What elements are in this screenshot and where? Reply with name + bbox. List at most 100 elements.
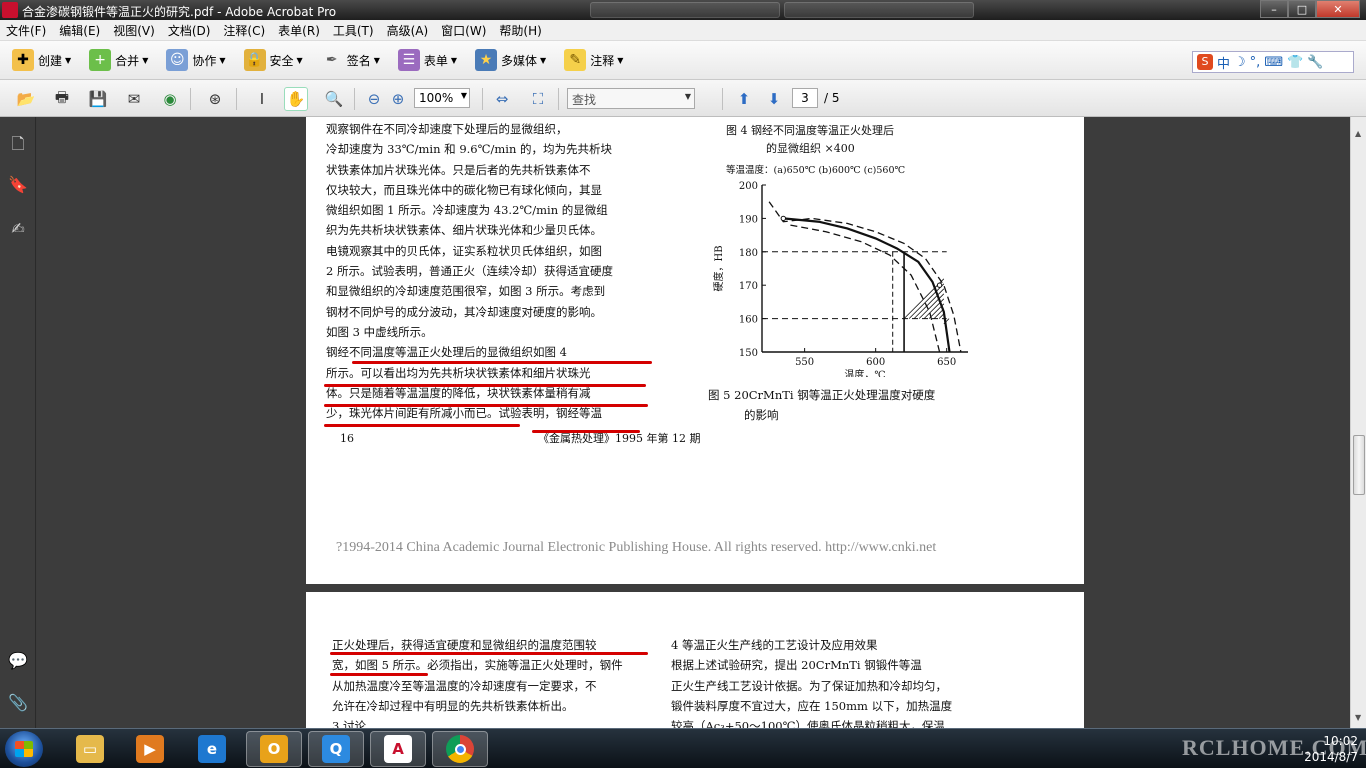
chart-x-tick-label: 600 bbox=[866, 357, 885, 368]
scroll-thumb[interactable] bbox=[1353, 435, 1365, 495]
menu-advanced[interactable]: 高级(A) bbox=[387, 22, 429, 39]
taskbar-media-player[interactable]: ▶ bbox=[122, 731, 178, 767]
menu-help[interactable]: 帮助(H) bbox=[499, 22, 541, 39]
sign-button[interactable]: ✒ 签名 ▼ bbox=[321, 49, 380, 71]
background-window-tab[interactable] bbox=[784, 2, 974, 18]
text-line: 钢材不同炉号的成分波动，其冷却速度对硬度的影响。 bbox=[326, 304, 602, 319]
minimize-button[interactable]: – bbox=[1260, 0, 1288, 18]
ime-toolbar[interactable]: S 中 ☽ °, ⌨ 👕 🔧 bbox=[1192, 51, 1354, 73]
menu-view[interactable]: 视图(V) bbox=[113, 22, 155, 39]
background-window-tab[interactable] bbox=[590, 2, 780, 18]
chevron-down-icon[interactable]: ▼ bbox=[461, 91, 467, 100]
save-icon[interactable]: 💾 bbox=[86, 87, 110, 111]
text-line: 冷却速度为 33℃/min 和 9.6℃/min 的，均为先共析块 bbox=[326, 142, 612, 157]
wrench-icon[interactable]: 🔧 bbox=[1307, 55, 1323, 70]
menu-comments[interactable]: 注释(C) bbox=[223, 22, 265, 39]
pdf-page-4: 正火处理后，获得适宜硬度和显微组织的温度范围较 宽，如图 5 所示。必须指出，实… bbox=[306, 592, 1084, 728]
navigation-pane: 🗋 🔖 ✍ 💬 📎 bbox=[0, 117, 36, 728]
menu-window[interactable]: 窗口(W) bbox=[441, 22, 486, 39]
hand-tool-icon[interactable]: ✋ bbox=[284, 87, 308, 111]
red-underline-annotation[interactable] bbox=[330, 673, 428, 676]
text-line: 根据上述试验研究，提出 20CrMnTi 钢锻件等温 bbox=[671, 658, 922, 673]
close-button[interactable]: ✕ bbox=[1316, 0, 1360, 18]
chart-y-tick-label: 170 bbox=[739, 281, 758, 292]
signatures-icon[interactable]: ✍ bbox=[8, 219, 28, 239]
figure5-caption: 图 5 20CrMnTi 钢等温正火处理温度对硬度 的影响 bbox=[708, 385, 935, 425]
pdf-page-3: 观察钢件在不同冷却速度下处理后的显微组织， 冷却速度为 33℃/min 和 9.… bbox=[306, 117, 1084, 584]
keyboard-icon[interactable]: ⌨ bbox=[1264, 55, 1283, 70]
form-icon: ☰ bbox=[397, 49, 420, 71]
start-button[interactable] bbox=[5, 731, 43, 767]
menu-forms[interactable]: 表单(R) bbox=[278, 22, 320, 39]
email-icon[interactable]: ✉ bbox=[122, 87, 146, 111]
text-line: 仅块较大，而且珠光体中的碳化物已有球化倾向，其显 bbox=[326, 182, 602, 197]
menu-edit[interactable]: 编辑(E) bbox=[59, 22, 100, 39]
fit-width-icon[interactable]: ⇔ bbox=[490, 87, 514, 111]
red-underline-annotation[interactable] bbox=[352, 361, 652, 364]
menu-tools[interactable]: 工具(T) bbox=[333, 22, 374, 39]
text-line: 正火生产线工艺设计依据。为了保证加热和冷却均匀， bbox=[671, 678, 947, 693]
zoom-out-icon[interactable]: ⊖ bbox=[362, 87, 386, 111]
zoom-level-field[interactable]: 100% ▼ bbox=[414, 88, 470, 108]
menu-document[interactable]: 文档(D) bbox=[168, 22, 211, 39]
chevron-down-icon[interactable]: ▼ bbox=[685, 92, 691, 101]
red-underline-annotation[interactable] bbox=[330, 652, 648, 655]
previous-page-icon[interactable]: ⬆ bbox=[732, 87, 756, 111]
taskbar-outlook[interactable]: O bbox=[246, 731, 302, 767]
next-page-icon[interactable]: ⬇ bbox=[762, 87, 786, 111]
comment-label: 注释 bbox=[590, 53, 615, 68]
taskbar-internet-explorer[interactable]: e bbox=[184, 731, 240, 767]
taskbar-explorer[interactable]: ▭ bbox=[62, 731, 118, 767]
red-underline-annotation[interactable] bbox=[324, 404, 648, 407]
journal-footer: 《金属热处理》1995 年第 12 期 bbox=[538, 432, 701, 445]
chart-data-point bbox=[936, 282, 943, 288]
collaborate-button[interactable]: ☺ 协作 ▼ bbox=[166, 49, 226, 71]
acrobat-app-icon[interactable] bbox=[2, 2, 18, 18]
combine-button[interactable]: + 合并 ▼ bbox=[89, 49, 148, 71]
pages-icon[interactable]: 🗋 bbox=[8, 133, 28, 153]
attachments-icon[interactable]: 📎 bbox=[8, 693, 28, 713]
ime-chinese-mode[interactable]: 中 bbox=[1217, 53, 1230, 72]
create-button[interactable]: ✚ 创建 ▼ bbox=[12, 49, 71, 71]
organizer-icon[interactable]: ⊛ bbox=[203, 87, 227, 111]
taskbar-chrome[interactable] bbox=[432, 731, 488, 767]
zoom-tool-icon[interactable]: 🔍 bbox=[322, 87, 346, 111]
zoom-in-icon[interactable]: ⊕ bbox=[386, 87, 410, 111]
scroll-down-icon[interactable]: ▼ bbox=[1355, 713, 1361, 722]
site-watermark: RCLHOME.COM bbox=[1182, 735, 1366, 760]
text-line: 所示。可以看出均为先共析块状铁素体和细片状珠光 bbox=[326, 365, 591, 380]
vertical-scrollbar[interactable]: ▲ ▼ bbox=[1350, 117, 1366, 728]
open-folder-icon[interactable]: 📂 bbox=[14, 87, 38, 111]
lock-icon: 🔒 bbox=[243, 49, 266, 71]
scroll-up-icon[interactable]: ▲ bbox=[1355, 129, 1361, 138]
figure5-caption-line1: 图 5 20CrMnTi 钢等温正火处理温度对硬度 bbox=[708, 388, 936, 402]
copyright-notice: ?1994-2014 China Academic Journal Electr… bbox=[336, 540, 937, 555]
menu-file[interactable]: 文件(F) bbox=[6, 22, 46, 39]
document-view[interactable]: 观察钢件在不同冷却速度下处理后的显微组织， 冷却速度为 33℃/min 和 9.… bbox=[37, 117, 1350, 728]
comments-icon[interactable]: 💬 bbox=[8, 651, 28, 671]
page4-left-column: 正火处理后，获得适宜硬度和显微组织的温度范围较 宽，如图 5 所示。必须指出，实… bbox=[332, 635, 623, 728]
punctuation-icon[interactable]: °, bbox=[1250, 55, 1261, 70]
find-input[interactable]: 查找 ▼ bbox=[567, 88, 695, 109]
sogou-ime-icon[interactable]: S bbox=[1197, 54, 1213, 70]
comment-button[interactable]: ✎ 注释 ▼ bbox=[564, 49, 623, 71]
select-text-icon[interactable]: I bbox=[250, 87, 274, 111]
fit-page-icon[interactable]: ⛶ bbox=[526, 87, 550, 111]
chevron-down-icon: ▼ bbox=[219, 55, 226, 65]
red-underline-annotation[interactable] bbox=[324, 424, 520, 427]
zoom-value: 100% bbox=[419, 91, 454, 105]
page-number-input[interactable]: 3 bbox=[792, 88, 818, 108]
print-icon[interactable]: 🖶 bbox=[50, 87, 74, 111]
chart-y-tick-label: 160 bbox=[739, 315, 758, 326]
taskbar-chat[interactable]: Q bbox=[308, 731, 364, 767]
web-icon[interactable]: ◉ bbox=[158, 87, 182, 111]
maximize-button[interactable]: □ bbox=[1288, 0, 1316, 18]
red-underline-annotation[interactable] bbox=[324, 384, 646, 387]
multimedia-button[interactable]: ★ 多媒体 ▼ bbox=[475, 49, 546, 71]
taskbar-acrobat[interactable]: A bbox=[370, 731, 426, 767]
security-button[interactable]: 🔒 安全 ▼ bbox=[243, 49, 303, 71]
forms-button[interactable]: ☰ 表单 ▼ bbox=[397, 49, 457, 71]
bookmarks-icon[interactable]: 🔖 bbox=[8, 175, 28, 195]
skin-icon[interactable]: 👕 bbox=[1287, 55, 1303, 70]
moon-icon[interactable]: ☽ bbox=[1234, 55, 1246, 70]
